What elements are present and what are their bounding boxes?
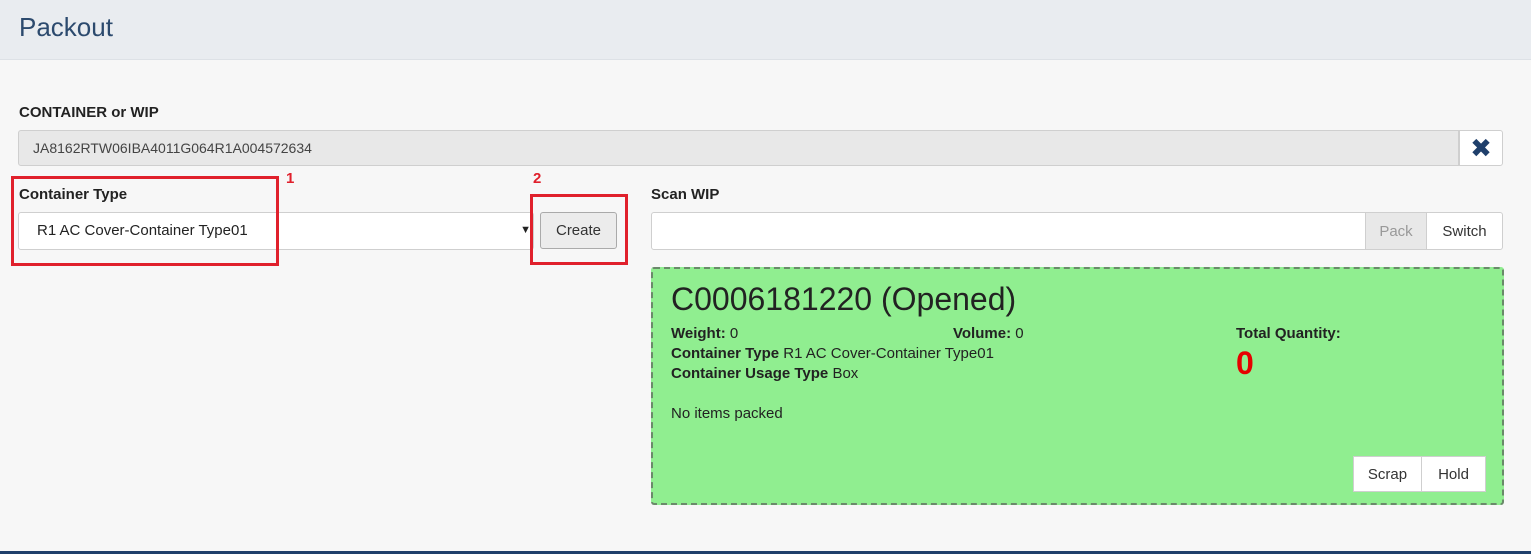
annotation-number-1: 1 [286, 170, 295, 187]
page-title: Packout [19, 12, 113, 42]
usage-type-field: Container Usage Type Box [671, 365, 858, 382]
volume-value: 0 [1015, 325, 1024, 342]
annotation-number-2: 2 [533, 170, 542, 187]
container-label: CONTAINER or WIP [19, 104, 159, 121]
usage-type-label: Container Usage Type [671, 365, 829, 382]
total-quantity-value: 0 [1236, 345, 1254, 381]
switch-button[interactable]: Switch [1426, 212, 1503, 250]
pack-button[interactable]: Pack [1365, 212, 1427, 250]
container-or-wip-input[interactable] [18, 130, 1459, 166]
usage-type-value: Box [832, 365, 859, 382]
scrap-button[interactable]: Scrap [1353, 456, 1422, 492]
annotation-box-1 [11, 176, 279, 266]
page-header: Packout [0, 0, 1531, 60]
no-items-message: No items packed [671, 405, 783, 422]
clear-button[interactable]: ✖ [1459, 130, 1503, 166]
weight-field: Weight: 0 [671, 325, 738, 342]
container-type-field-label: Container Type [671, 345, 780, 362]
weight-label: Weight: [671, 325, 726, 342]
annotation-box-2 [530, 194, 628, 265]
volume-label: Volume: [953, 325, 1012, 342]
close-icon: ✖ [1470, 132, 1492, 163]
scan-wip-label: Scan WIP [651, 186, 720, 203]
container-type-field: Container Type R1 AC Cover-Container Typ… [671, 345, 994, 362]
weight-value: 0 [729, 325, 739, 342]
volume-field: Volume: 0 [953, 325, 1024, 342]
scan-wip-input[interactable] [651, 212, 1366, 250]
container-card: C0006181220 (Opened) Weight: 0 Volume: 0… [651, 267, 1504, 505]
container-title: C0006181220 (Opened) [671, 281, 1017, 317]
container-type-field-value: R1 AC Cover-Container Type01 [783, 345, 994, 362]
hold-button[interactable]: Hold [1421, 456, 1486, 492]
total-quantity-label: Total Quantity: [1236, 325, 1341, 342]
